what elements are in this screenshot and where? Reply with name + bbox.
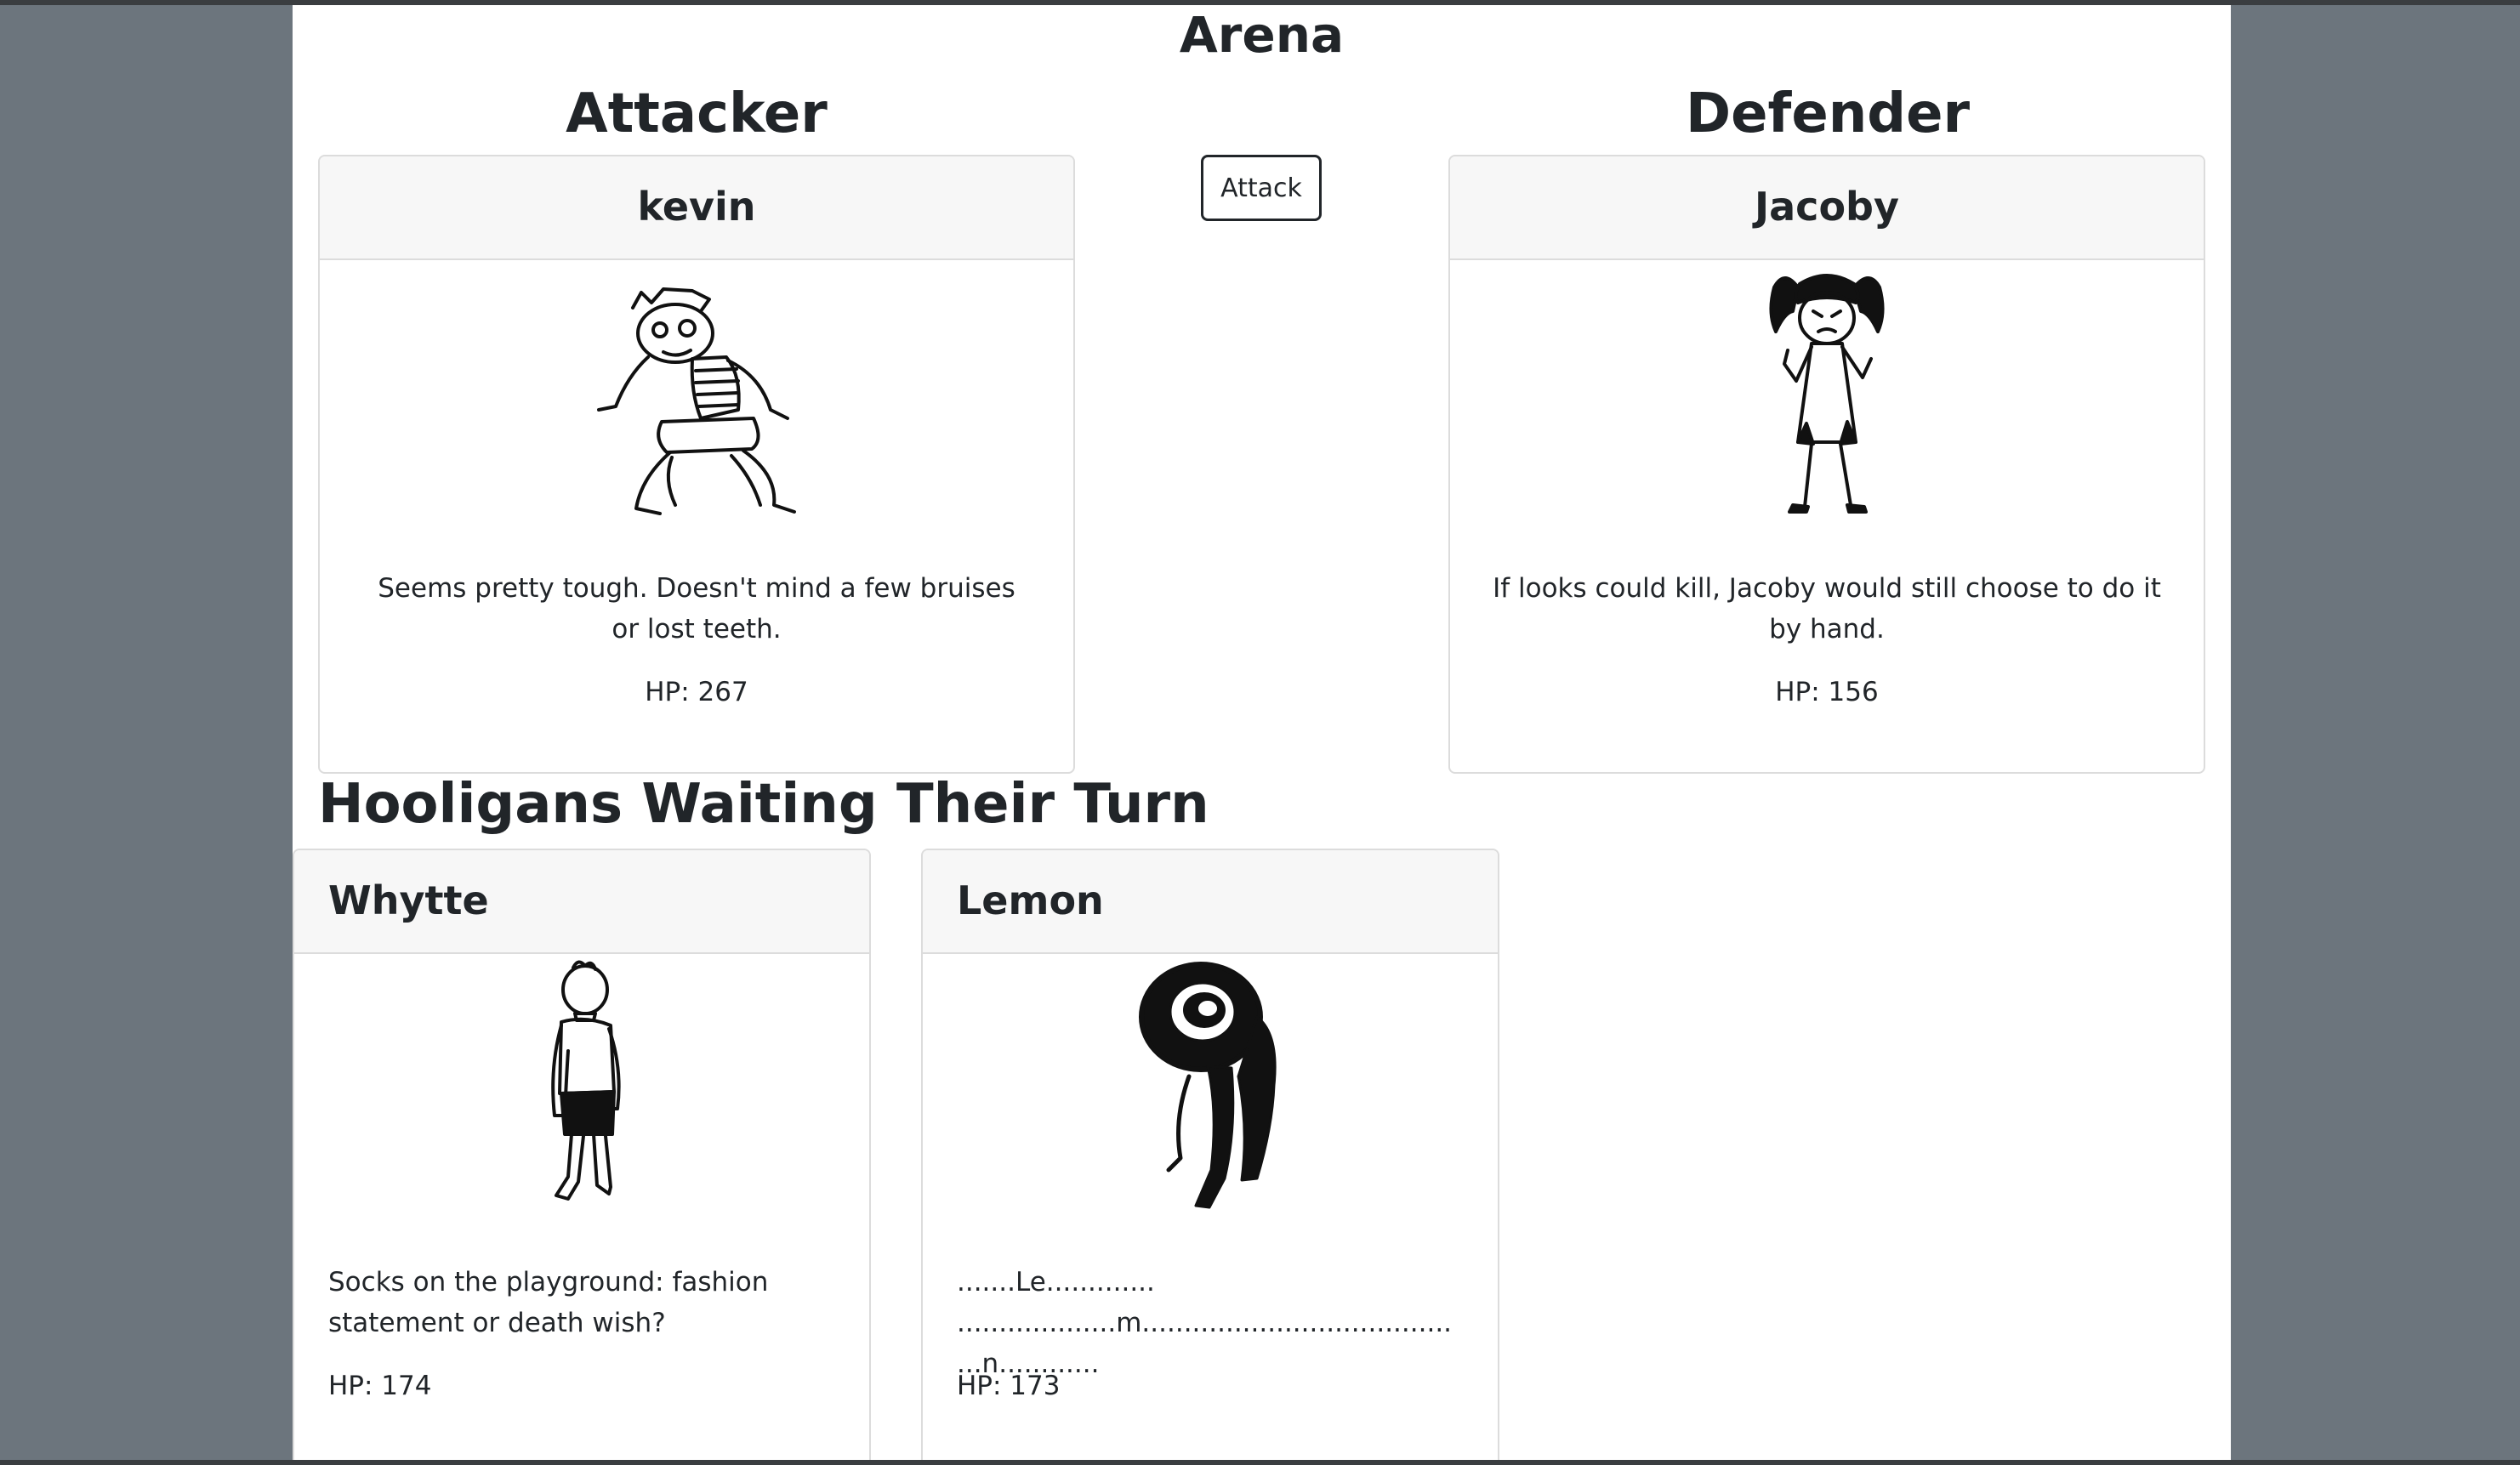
attacker-portrait (320, 282, 1073, 520)
defender-heading: Defender (1685, 82, 1971, 145)
window-bottom-border (0, 1460, 2520, 1465)
queue-card-name: Whytte (294, 850, 869, 954)
queue-card-hp: HP: 173 (957, 1371, 1061, 1401)
defender-description: If looks could kill, Jacoby would still … (1493, 573, 2161, 644)
queue-card-description: .......Le............. .................… (957, 1267, 1453, 1379)
queue-card-hp: HP: 174 (328, 1371, 432, 1401)
attacker-description: Seems pretty tough. Doesn't mind a few b… (378, 573, 1015, 644)
whytte-drawing (551, 960, 621, 1201)
page-container: Arena Attacker Defender Attack kevin See… (293, 5, 2231, 1465)
defender-hp: HP: 156 (1775, 677, 1879, 707)
waiting-section-title: Hooligans Waiting Their Turn (318, 773, 1209, 836)
defender-name: Jacoby (1450, 156, 2204, 260)
kevin-drawing (597, 287, 796, 515)
queue-card-description: Socks on the playground: fashion stateme… (328, 1267, 769, 1338)
queue-card: Whytte Socks on the playground: fashion … (293, 849, 871, 1465)
page-title: Arena (1179, 6, 1345, 64)
defender-card: Jacoby If looks could kill, Jacoby would… (1448, 155, 2205, 774)
queue-card-name: Lemon (923, 850, 1498, 954)
attacker-name: kevin (320, 156, 1073, 260)
attacker-hp: HP: 267 (645, 677, 748, 707)
queue-card-portrait (923, 957, 1498, 1212)
defender-portrait (1450, 262, 2204, 517)
jacoby-drawing (1769, 274, 1885, 514)
attacker-heading: Attacker (566, 82, 828, 145)
attack-button[interactable]: Attack (1201, 155, 1322, 221)
attacker-card: kevin Seems pretty tough. Doesn't mind a… (318, 155, 1075, 774)
lemon-drawing (1139, 962, 1277, 1209)
queue-card: Lemon .......Le............. ...........… (921, 849, 1499, 1465)
queue-card-portrait (294, 957, 869, 1204)
